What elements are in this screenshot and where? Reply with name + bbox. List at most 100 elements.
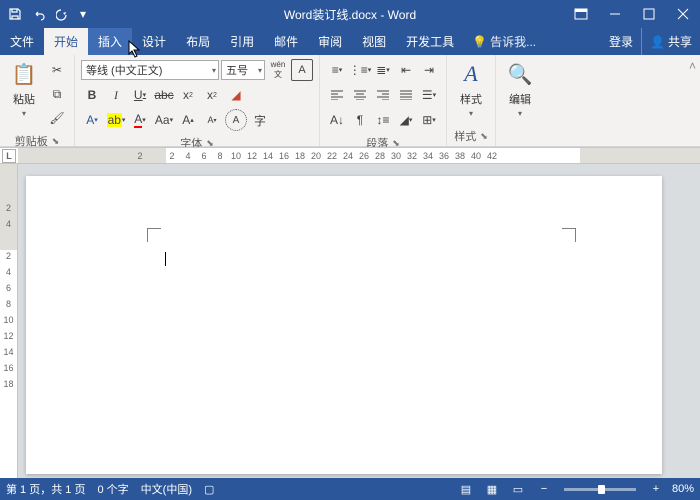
zoom-in-button[interactable]: + xyxy=(646,480,666,498)
tab-selector[interactable]: L xyxy=(2,149,16,163)
language-status[interactable]: 中文(中国) xyxy=(141,481,192,497)
copy-button[interactable]: ⧉ xyxy=(46,83,68,105)
document-viewport[interactable] xyxy=(18,164,700,486)
title-bar: ▾ Word装订线.docx - Word xyxy=(0,0,700,28)
shading-button[interactable]: ◢▾ xyxy=(395,109,417,131)
share-button[interactable]: 👤共享 xyxy=(641,28,700,55)
styles-launcher[interactable]: ⬊ xyxy=(480,131,488,142)
cut-button[interactable]: ✂ xyxy=(46,59,68,81)
tab-file[interactable]: 文件 xyxy=(0,28,44,55)
editing-button[interactable]: 🔍 编辑 ▾ xyxy=(500,57,540,120)
align-right-button[interactable] xyxy=(372,84,394,106)
find-icon: 🔍 xyxy=(505,59,535,89)
undo-button[interactable] xyxy=(28,3,50,25)
paste-icon: 📋 xyxy=(9,59,39,89)
margin-marker-tl xyxy=(147,228,161,242)
increase-indent-button[interactable]: ⇥ xyxy=(418,59,440,81)
window-title: Word装订线.docx - Word xyxy=(284,6,416,23)
phonetic-guide-button[interactable]: wén文 xyxy=(267,59,289,81)
shrink-font-button[interactable]: A▾ xyxy=(201,109,223,131)
minimize-button[interactable] xyxy=(598,0,632,28)
close-button[interactable] xyxy=(666,0,700,28)
zoom-slider[interactable] xyxy=(564,488,636,491)
tab-home[interactable]: 开始 xyxy=(44,28,88,55)
numbering-button[interactable]: ⋮≡▾ xyxy=(349,59,371,81)
italic-button[interactable]: I xyxy=(105,84,127,106)
group-paragraph: ≡▾ ⋮≡▾ ≣▾ ⇤ ⇥ ☰▾ A↓ ¶ ↕≡ ◢▾ xyxy=(320,55,447,146)
font-size-combo[interactable]: 五号▾ xyxy=(221,60,265,80)
window-controls xyxy=(564,0,700,28)
save-button[interactable] xyxy=(4,3,26,25)
qat-customize-button[interactable]: ▾ xyxy=(76,3,90,25)
page-count[interactable]: 第 1 页，共 1 页 xyxy=(6,481,85,497)
character-border-button[interactable]: A xyxy=(291,59,313,81)
underline-button[interactable]: U▾ xyxy=(129,84,151,106)
character-shading-button[interactable]: 字 xyxy=(249,109,271,131)
vertical-ruler[interactable]: 2424681012141618 xyxy=(0,164,18,486)
justify-button[interactable] xyxy=(395,84,417,106)
redo-button[interactable] xyxy=(52,3,74,25)
tab-references[interactable]: 引用 xyxy=(220,28,264,55)
multilevel-list-button[interactable]: ≣▾ xyxy=(372,59,394,81)
paste-button[interactable]: 📋 粘贴 ▾ xyxy=(4,57,44,120)
group-font: 等线 (中文正文)▾ 五号▾ wén文 A B I U▾ abc x2 x2 ◢… xyxy=(75,55,320,146)
group-styles: A 样式 ▾ 样式⬊ xyxy=(447,55,496,146)
maximize-button[interactable] xyxy=(632,0,666,28)
zoom-out-button[interactable]: − xyxy=(534,480,554,498)
styles-icon: A xyxy=(456,59,486,89)
change-case-button[interactable]: Aa▾ xyxy=(153,109,175,131)
margin-marker-tr xyxy=(562,228,576,242)
chevron-down-icon: ▾ xyxy=(469,109,473,118)
horizontal-ruler[interactable]: L 22468101214161820222426283032343638404… xyxy=(0,147,700,164)
clear-formatting-button[interactable]: ◢ xyxy=(225,84,247,106)
align-left-button[interactable] xyxy=(326,84,348,106)
clipboard-launcher[interactable]: ⬊ xyxy=(52,136,60,147)
strikethrough-button[interactable]: abc xyxy=(153,84,175,106)
tab-developer[interactable]: 开发工具 xyxy=(396,28,464,55)
tab-layout[interactable]: 布局 xyxy=(176,28,220,55)
sort-button[interactable]: A↓ xyxy=(326,109,348,131)
text-effects-button[interactable]: A▾ xyxy=(81,109,103,131)
tab-view[interactable]: 视图 xyxy=(352,28,396,55)
subscript-button[interactable]: x2 xyxy=(177,84,199,106)
word-count[interactable]: 0 个字 xyxy=(97,481,128,497)
bullets-button[interactable]: ≡▾ xyxy=(326,59,348,81)
tab-insert[interactable]: 插入 xyxy=(88,28,132,55)
group-clipboard: 📋 粘贴 ▾ ✂ ⧉ 🖌 剪贴板⬊ xyxy=(0,55,75,146)
document-area: 2424681012141618 xyxy=(0,164,700,486)
bold-button[interactable]: B xyxy=(81,84,103,106)
macro-record-button[interactable]: ▢ xyxy=(204,483,214,496)
decrease-indent-button[interactable]: ⇤ xyxy=(395,59,417,81)
ribbon: 📋 粘贴 ▾ ✂ ⧉ 🖌 剪贴板⬊ 等线 (中文正文)▾ 五号▾ wén文 A xyxy=(0,55,700,147)
line-spacing-button[interactable]: ↕≡ xyxy=(372,109,394,131)
tell-me-search[interactable]: 💡告诉我... xyxy=(472,28,536,55)
borders-button[interactable]: ⊞▾ xyxy=(418,109,440,131)
zoom-level[interactable]: 80% xyxy=(672,483,694,495)
quick-access-toolbar: ▾ xyxy=(0,3,90,25)
align-center-button[interactable] xyxy=(349,84,371,106)
status-bar: 第 1 页，共 1 页 0 个字 中文(中国) ▢ ▤ ▦ ▭ − + 80% xyxy=(0,478,700,500)
tab-mailings[interactable]: 邮件 xyxy=(264,28,308,55)
tab-review[interactable]: 审阅 xyxy=(308,28,352,55)
share-icon: 👤 xyxy=(650,35,665,49)
distribute-button[interactable]: ☰▾ xyxy=(418,84,440,106)
enclose-characters-button[interactable]: A xyxy=(225,109,247,131)
text-cursor xyxy=(165,252,166,266)
web-layout-button[interactable]: ▭ xyxy=(508,480,528,498)
superscript-button[interactable]: x2 xyxy=(201,84,223,106)
collapse-ribbon-button[interactable]: ˄ xyxy=(685,55,700,146)
font-family-combo[interactable]: 等线 (中文正文)▾ xyxy=(81,60,219,80)
tab-design[interactable]: 设计 xyxy=(132,28,176,55)
styles-button[interactable]: A 样式 ▾ xyxy=(451,57,491,120)
read-mode-button[interactable]: ▤ xyxy=(456,480,476,498)
print-layout-button[interactable]: ▦ xyxy=(482,480,502,498)
ribbon-options-button[interactable] xyxy=(564,0,598,28)
highlight-button[interactable]: ab▾ xyxy=(105,109,127,131)
chevron-down-icon: ▾ xyxy=(518,109,522,118)
format-painter-button[interactable]: 🖌 xyxy=(46,107,68,129)
login-button[interactable]: 登录 xyxy=(601,28,641,55)
page[interactable] xyxy=(26,176,662,474)
grow-font-button[interactable]: A▴ xyxy=(177,109,199,131)
show-marks-button[interactable]: ¶ xyxy=(349,109,371,131)
font-color-button[interactable]: A▾ xyxy=(129,109,151,131)
